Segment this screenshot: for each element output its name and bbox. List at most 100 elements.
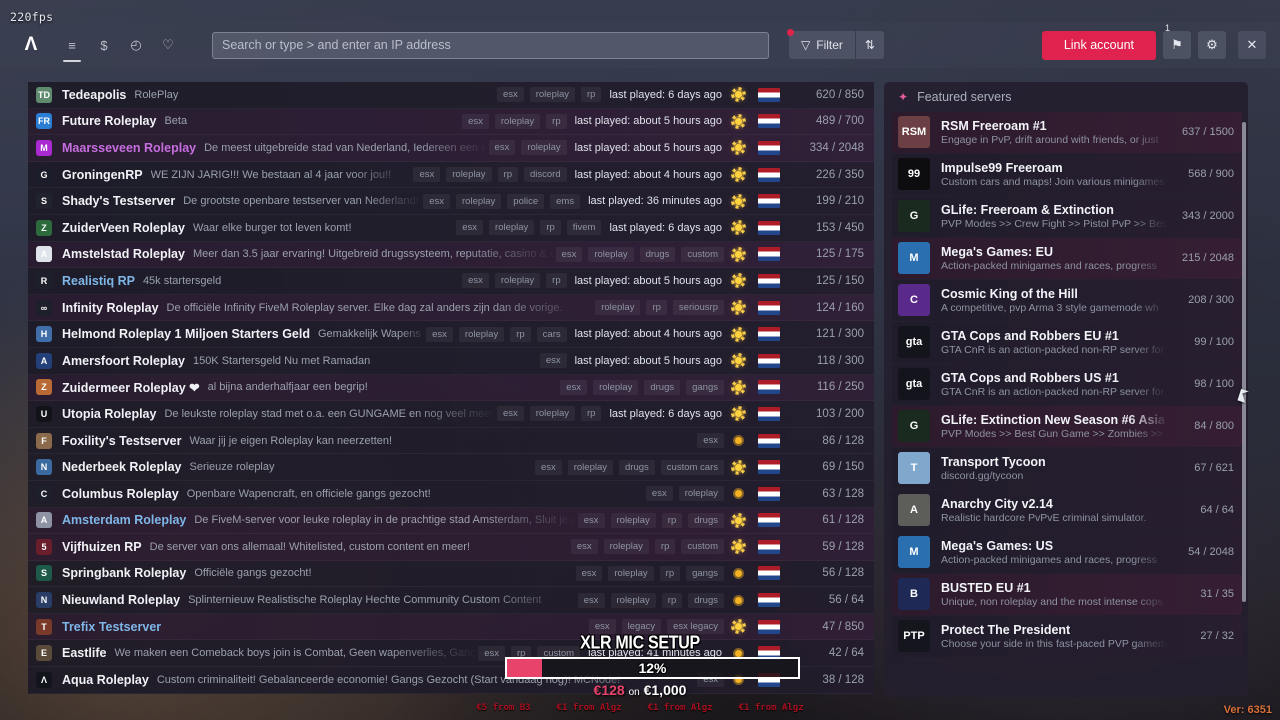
featured-server-row[interactable]: RSM RSM Freeroam #1 Engage in PvP, drift a…	[892, 112, 1242, 153]
history-icon[interactable]: ◴	[122, 30, 150, 60]
server-tag: discord	[523, 167, 567, 183]
server-tag: esx	[697, 433, 724, 449]
server-row[interactable]: T Trefix Testserver esx legacy esx legacy 47 …	[28, 613, 874, 641]
server-player-count: 42 / 64	[828, 647, 864, 660]
server-row[interactable]: ∞ Infinity Roleplay De officiële Infinity …	[28, 294, 874, 322]
server-boost-icon	[732, 407, 745, 420]
server-row[interactable]: A Amstelstad Roleplay Meer dan 3.5 jaar er…	[28, 241, 874, 269]
server-row[interactable]: C Columbus Roleplay Openbare Wapencraft, e…	[28, 480, 874, 508]
featured-server-icon: gta	[898, 368, 930, 401]
featured-server-description: Unique, non roleplay and the most intens…	[941, 595, 1168, 608]
server-row[interactable]: U Utopia Roleplay De leukste roleplay stad…	[28, 401, 874, 428]
server-row[interactable]: N Nieuwland Roleplay Splinternieuw Realist…	[28, 587, 874, 614]
server-player-count: 69 / 150	[822, 461, 864, 474]
server-boost-icon	[732, 461, 745, 474]
featured-server-text: Transport Tycoon discord.gg/tycoon	[941, 455, 1168, 482]
sort-button[interactable]: ⇅	[855, 31, 884, 59]
server-name: Maarsseveen Roleplay	[62, 140, 197, 155]
link-account-button[interactable]: Link account	[1041, 30, 1156, 60]
netherlands-flag-icon	[758, 300, 780, 315]
dollar-icon[interactable]: $	[90, 30, 118, 60]
server-row[interactable]: N Nederbeek Roleplay Serieuze roleplay esx r…	[28, 454, 874, 481]
server-row[interactable]: Z Zuidermeer Roleplay ❤ al bijna anderhalf…	[28, 374, 874, 402]
server-tag: esx	[697, 672, 724, 688]
featured-server-row[interactable]: C Cosmic King of the Hill A competitive, p…	[892, 280, 1242, 321]
server-row[interactable]: G GroningenRP WE ZIJN JARIG!!! We bestaan …	[28, 161, 874, 189]
app-logo-icon: Λ	[24, 34, 38, 55]
featured-server-icon: PTP	[898, 620, 930, 653]
server-row[interactable]: R Realistiq RP 45k startersgeld esx roleplay…	[28, 268, 874, 295]
featured-server-player-count: 64 / 64	[1200, 504, 1234, 517]
server-tag: drugs	[644, 379, 681, 395]
server-row[interactable]: TD Tedeapolis RolePlay esx roleplay rp last pl…	[28, 82, 874, 109]
featured-server-row[interactable]: G GLife: Freeroam & Extinction PVP Modes >…	[892, 196, 1242, 237]
server-tag: rp	[540, 220, 561, 236]
server-row[interactable]: Z ZuiderVeen Roleplay Waar elke burger tot…	[28, 214, 874, 242]
server-tag: roleplay	[588, 246, 634, 262]
featured-server-icon: 99	[898, 158, 930, 191]
server-tag: roleplay	[489, 220, 535, 236]
filter-icon: ▽	[801, 38, 811, 52]
netherlands-flag-icon	[758, 327, 780, 342]
featured-server-row[interactable]: PTP Protect The President Choose your side…	[892, 616, 1242, 657]
server-tags: esx legacy esx legacy	[588, 619, 724, 635]
server-boost-icon	[732, 567, 745, 580]
featured-server-row[interactable]: B BUSTED EU #1 Unique, non roleplay and th…	[892, 574, 1242, 615]
featured-list[interactable]: RSM RSM Freeroam #1 Engage in PvP, drift a…	[884, 112, 1248, 657]
featured-server-row[interactable]: gta GTA Cops and Robbers US #1 GTA CnR is …	[892, 364, 1242, 405]
server-row[interactable]: A Amsterdam Roleplay De FiveM-server voor …	[28, 507, 874, 535]
featured-server-row[interactable]: M Mega's Games: EU Action-packed minigames…	[892, 238, 1242, 279]
featured-server-description: PVP Modes >> Crew Fight >> Pistol PvP >>…	[941, 217, 1168, 230]
server-row[interactable]: S Springbank Roleplay Officiële gangs gezo…	[28, 560, 874, 588]
server-tags: esx roleplay rp	[462, 113, 567, 129]
featured-server-icon: M	[898, 242, 930, 275]
notifications-button[interactable]: 1 ⚑	[1163, 23, 1191, 59]
server-tag: roleplay	[529, 406, 576, 422]
server-tags: esx roleplay drugs custom cars	[534, 459, 724, 475]
featured-server-name: Cosmic King of the Hill	[941, 286, 1078, 301]
server-tag: roleplay	[458, 326, 505, 342]
settings-button[interactable]: ⚙	[1198, 31, 1226, 59]
server-row[interactable]: FR Future Roleplay Beta esx roleplay rp last p…	[28, 108, 874, 136]
search-input[interactable]	[212, 31, 769, 59]
favorites-icon[interactable]: ♡	[154, 30, 182, 60]
featured-server-row[interactable]: T Transport Tycoon discord.gg/tycoon 67 / 6…	[892, 448, 1242, 489]
server-name: Realistiq RP	[62, 273, 135, 288]
featured-server-text: GLife: Freeroam & Extinction PVP Modes >>…	[941, 203, 1168, 230]
featured-server-row[interactable]: gta GTA Cops and Robbers EU #1 GTA CnR is …	[892, 322, 1242, 363]
server-row[interactable]: S Shady's Testserver De grootste openbare …	[28, 188, 874, 215]
server-row[interactable]: A Amersfoort Roleplay 150K Startersgeld Nu…	[28, 347, 874, 375]
server-boost-icon	[732, 141, 745, 154]
featured-server-row[interactable]: A Anarchy City v2.14 Realistic hardcore Pv…	[892, 490, 1242, 531]
featured-scrollbar[interactable]	[1242, 122, 1246, 602]
featured-server-text: GTA Cops and Robbers EU #1 GTA CnR is an …	[941, 329, 1168, 356]
server-row[interactable]: Λ Aqua Roleplay Custom criminaliteit! Geba…	[28, 667, 874, 694]
featured-server-row[interactable]: M Mega's Games: US Action-packed minigames…	[892, 532, 1242, 573]
server-boost-icon	[732, 301, 745, 314]
featured-server-player-count: 343 / 2000	[1182, 210, 1234, 223]
server-player-count: 489 / 700	[816, 115, 864, 128]
server-description: WE ZIJN JARIG!!! We bestaan al 4 jaar vo…	[150, 168, 392, 181]
server-tag: esx	[588, 619, 616, 635]
featured-server-row[interactable]: 99 Impulse99 Freeroam Custom cars and maps…	[892, 154, 1242, 195]
close-button[interactable]: ✕	[1238, 31, 1266, 59]
server-row[interactable]: M Maarsseveen Roleplay De meest uitgebreid…	[28, 135, 874, 162]
server-tag: rp	[581, 87, 602, 103]
server-row[interactable]: 5 Vijfhuizen RP De server van ons allemaal…	[28, 534, 874, 561]
server-row[interactable]: H Helmond Roleplay 1 Miljoen Starters Gel…	[28, 321, 874, 348]
servers-icon[interactable]: ≡	[58, 30, 86, 62]
server-row[interactable]: E Eastlife We maken een Comeback boys join…	[28, 640, 874, 668]
server-list[interactable]: TD Tedeapolis RolePlay esx roleplay rp last pl…	[28, 82, 874, 720]
featured-server-row[interactable]: G GLife: Extinction New Season #6 Asia PVP…	[892, 406, 1242, 447]
server-tag: rp	[511, 645, 532, 661]
featured-server-text: Protect The President Choose your side in…	[941, 623, 1168, 650]
server-name: Tedeapolis	[62, 87, 127, 102]
server-row[interactable]: F Foxility's Testserver Waar jij je eigen …	[28, 427, 874, 455]
featured-server-icon: gta	[898, 326, 930, 359]
filter-button[interactable]: ▽ Filter	[789, 31, 855, 59]
flag-icon: ⚑	[1171, 37, 1183, 52]
server-tag: police	[507, 193, 545, 209]
server-last-played: last played: about 5 hours ago	[574, 141, 722, 154]
server-name: Infinity Roleplay	[62, 300, 159, 315]
server-name: GroningenRP	[62, 167, 143, 182]
